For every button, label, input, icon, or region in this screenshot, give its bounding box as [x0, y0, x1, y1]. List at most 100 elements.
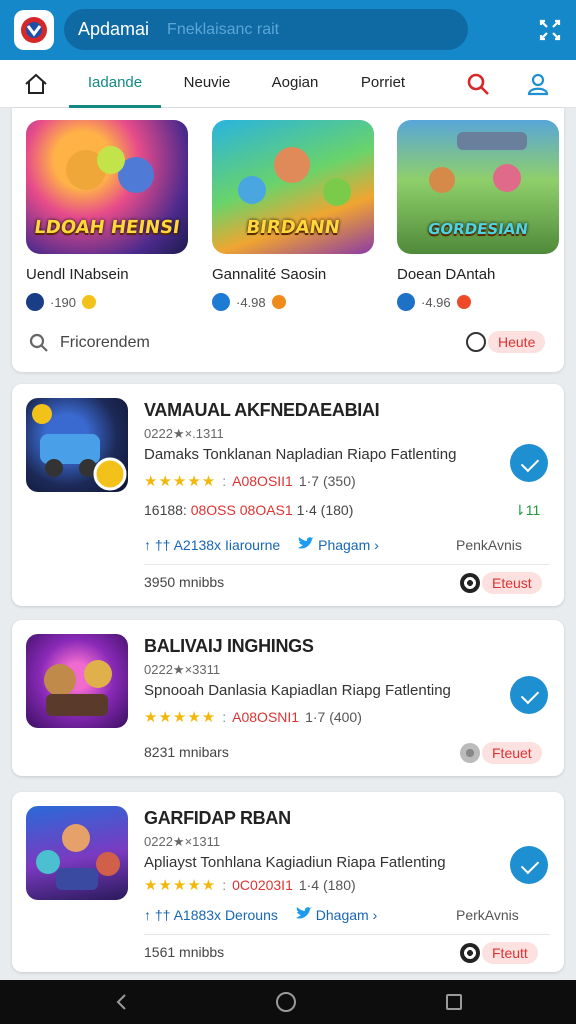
rating-row: ★★★★★ : A08OSNI1 1·7 (400): [144, 709, 362, 726]
toggle-label: Heute: [488, 331, 546, 353]
member-count: 8231 mnibars: [144, 744, 229, 760]
twitter-link[interactable]: Dhagam ›: [295, 907, 377, 923]
game-name: Doean DAntah: [397, 266, 496, 283]
meta-code: 08OSS 08OAS1: [190, 502, 293, 518]
rating-count: 1·7 (400): [305, 709, 362, 725]
publisher-icon: [397, 293, 415, 311]
coin-icon: [82, 295, 97, 309]
game-thumbnail: BIRDANN: [212, 120, 374, 254]
share-link[interactable]: ↑ †† A2138x Iiarourne: [144, 537, 280, 553]
back-icon[interactable]: [112, 992, 132, 1012]
app-card[interactable]: BALIVAIJ INGHINGS 0222★×3311 Spnooah Dan…: [12, 620, 564, 776]
meta-prefix: 16188:: [144, 502, 187, 518]
meta-row: 16188: 08OSS 08OAS1 1·4 (180): [144, 502, 353, 518]
share-label: Phagam ›: [318, 537, 379, 553]
rating-value: ·190: [50, 294, 77, 310]
app-thumbnail: [26, 398, 128, 492]
rating-count: 1·4 (180): [298, 877, 356, 893]
divider: [144, 934, 550, 935]
app-title: BALIVAIJ INGHINGS: [144, 636, 314, 656]
star-rating: ★★★★★: [144, 877, 217, 894]
toggle-label: Eteust: [482, 572, 542, 594]
tab-bar: Iadande Neuvie Aogian Porriet: [0, 60, 576, 108]
rating-code: A08OSII1: [232, 473, 293, 489]
star-rating: ★★★★★: [144, 709, 217, 726]
search-placeholder: Fneklaisanc rait: [167, 20, 280, 38]
rating-row: ★★★★★ : A08OSII1 1·7 (350): [144, 473, 356, 490]
member-count: 3950 mnibbs: [144, 574, 225, 590]
app-header: Apdamai Fneklaisanc rait: [0, 0, 576, 60]
thumbnail-title: BIRDANN: [244, 217, 342, 238]
game-thumbnail: LDOAH HEINSI: [26, 120, 188, 254]
rating-code: A08OSNI1: [232, 709, 300, 725]
featured-search-label: Fricorendem: [60, 334, 150, 351]
game-rating: ·4.98: [212, 293, 374, 311]
tab-home[interactable]: Iadande: [69, 60, 161, 108]
toggle-label: Fteuet: [482, 742, 542, 764]
app-thumbnail: [26, 634, 128, 728]
target-icon: [460, 573, 480, 593]
follow-toggle[interactable]: Fteuet: [460, 742, 542, 764]
share-row: ↑ †† A2138x Iiarourne Phagam ›: [144, 537, 379, 553]
game-rating: ·4.96: [397, 293, 559, 311]
featured-item[interactable]: BIRDANN Gannalité Saosin ·4.98: [212, 120, 374, 311]
twitter-icon: [298, 537, 315, 549]
app-version: 0222★×3311: [144, 662, 221, 677]
home-nav-icon[interactable]: [276, 992, 296, 1012]
featured-item[interactable]: GORDESIAN Doean DAntah ·4.96: [397, 120, 559, 311]
user-icon[interactable]: [524, 70, 552, 98]
toggle-label: Fteutt: [482, 942, 538, 964]
twitter-link[interactable]: Phagam ›: [298, 537, 379, 553]
follow-toggle[interactable]: Fteutt: [460, 942, 538, 964]
thumbnail-title: LDOAH HEINSI: [32, 217, 182, 238]
search-icon[interactable]: [464, 70, 492, 98]
divider: [144, 564, 550, 565]
tab-profile[interactable]: Porriet: [350, 60, 416, 108]
game-name: Uendl INabsein: [26, 266, 129, 283]
search-input[interactable]: Apdamai Fneklaisanc rait: [64, 9, 468, 50]
target-icon: [460, 743, 480, 763]
tab-category[interactable]: Aogian: [262, 60, 328, 108]
publisher-icon: [26, 293, 44, 311]
download-button[interactable]: [510, 846, 548, 884]
target-icon: [460, 943, 480, 963]
home-icon[interactable]: [22, 70, 50, 98]
expand-icon[interactable]: [536, 16, 564, 44]
app-title: Apdamai: [78, 19, 150, 39]
download-button[interactable]: [510, 444, 548, 482]
thumbnail-title: GORDESIAN: [426, 220, 530, 238]
coin-icon: [456, 295, 471, 309]
radio-icon: [466, 332, 486, 352]
app-logo-icon[interactable]: [14, 10, 54, 50]
publisher-icon: [212, 293, 230, 311]
app-card[interactable]: VAMAUAL AKFNEDAEABIAI 0222★×.1311 Damaks…: [12, 384, 564, 606]
app-card[interactable]: GARFIDAP RBAN 0222★×1311 Apliayst Tonhla…: [12, 792, 564, 972]
featured-search[interactable]: Fricorendem: [28, 332, 150, 354]
recents-icon[interactable]: [446, 994, 462, 1010]
tab-new[interactable]: Neuvie: [172, 60, 242, 108]
member-count: 1561 mnibbs: [144, 944, 225, 960]
perk-label: PenkAvnis: [456, 537, 522, 553]
app-title: VAMAUAL AKFNEDAEABIAI: [144, 400, 380, 420]
featured-item[interactable]: LDOAH HEINSI Uendl INabsein ·190: [26, 120, 188, 311]
app-thumbnail: [26, 806, 128, 900]
download-button[interactable]: [510, 676, 548, 714]
app-version: 0222★×1311: [144, 834, 221, 849]
game-name: Gannalité Saosin: [212, 266, 327, 283]
follow-toggle[interactable]: Eteust: [460, 572, 542, 594]
share-link[interactable]: ↑ †† A1883x Derouns: [144, 907, 278, 923]
app-description: Damaks Tonklanan Napladian Riapo Fatlent…: [144, 446, 457, 463]
featured-section: LDOAH HEINSI Uendl INabsein ·190 BIRDANN…: [12, 108, 564, 372]
perk-label: PerkAvnis: [456, 907, 519, 923]
rating-code: 0C0203I1: [232, 877, 293, 893]
game-rating: ·190: [26, 293, 188, 311]
rating-value: ·4.98: [236, 294, 266, 310]
star-rating: ★★★★★: [144, 473, 217, 490]
app-version: 0222★×.1311: [144, 426, 224, 441]
coin-icon: [271, 295, 286, 309]
search-icon: [29, 333, 48, 352]
rating-count: 1·7 (350): [298, 473, 356, 489]
featured-toggle[interactable]: Heute: [466, 331, 546, 353]
rating-row: ★★★★★ : 0C0203I1 1·4 (180): [144, 877, 356, 894]
app-title: GARFIDAP RBAN: [144, 808, 291, 828]
